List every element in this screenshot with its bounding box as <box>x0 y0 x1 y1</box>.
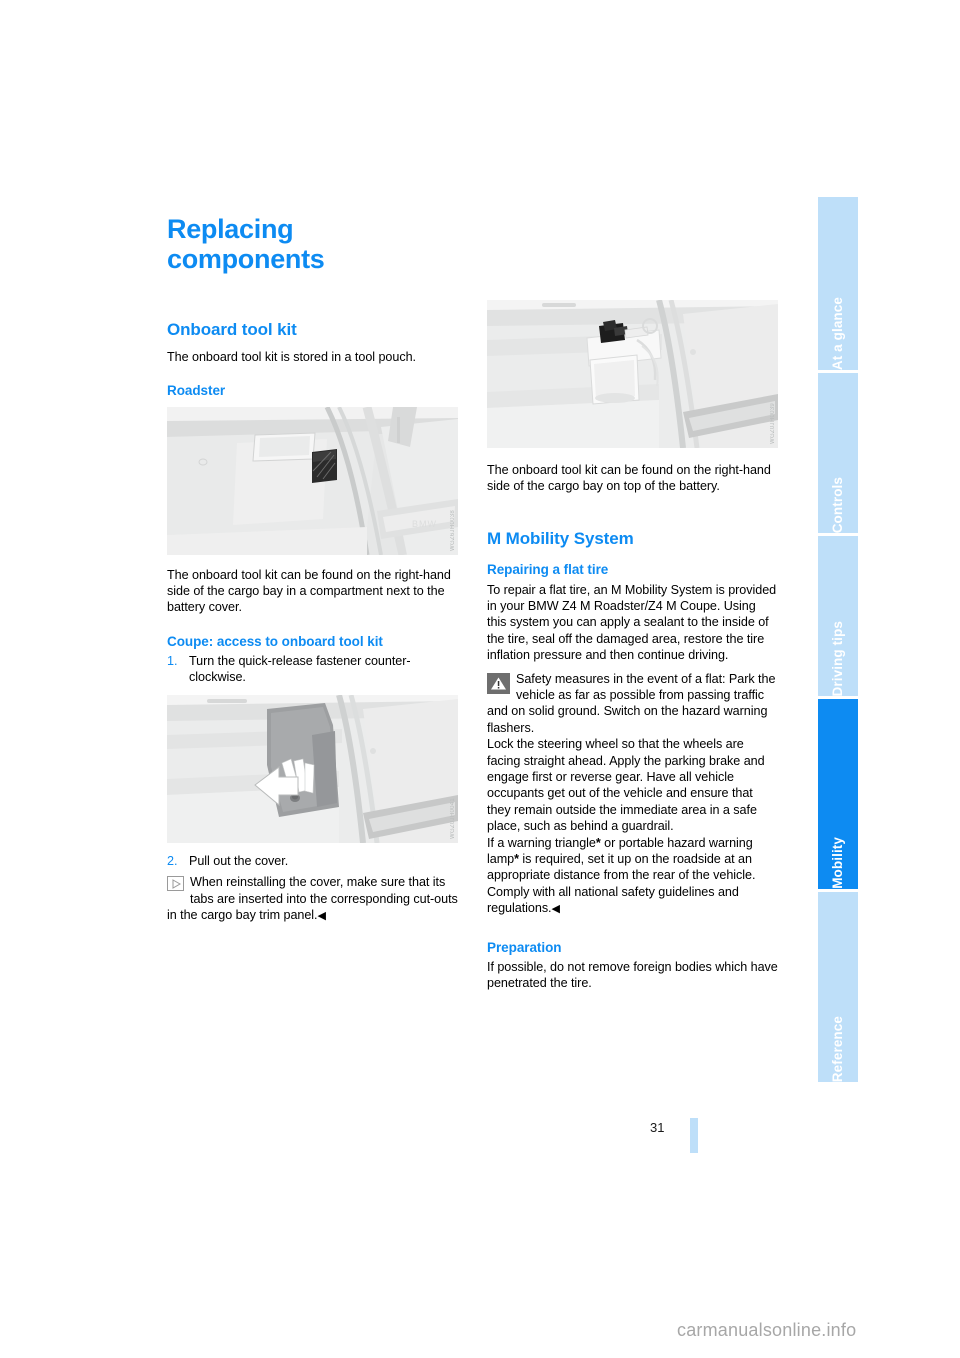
step-number: 1. <box>167 653 178 668</box>
manual-page: At a glance Controls Driving tips Mobili… <box>0 0 960 1358</box>
note-block: When reinstalling the cover, make sure t… <box>167 874 458 924</box>
svg-text:BMW: BMW <box>412 519 437 529</box>
left-column: Replacing components Onboard tool kit Th… <box>167 214 458 924</box>
sidebar-tab-at-a-glance[interactable]: At a glance <box>818 197 858 370</box>
watermark: carmanualsonline.info <box>677 1320 857 1340</box>
figure-coupe-cover: WGZ0JH0041 <box>167 694 458 843</box>
sidebar-tab-reference[interactable]: Reference <box>818 892 858 1082</box>
note-end-mark: ◀ <box>317 909 326 922</box>
warning-block: Safety measures in the event of a flat: … <box>487 671 778 918</box>
preparation-description: If possible, do not remove foreign bodie… <box>487 959 778 991</box>
warning-paragraph-2: Lock the steering wheel so that the whee… <box>487 737 765 834</box>
list-item: 1. Turn the quick-release fastener count… <box>167 653 458 686</box>
sidebar-tab-label: At a glance <box>830 296 845 370</box>
coupe-cover-illustration <box>167 694 458 843</box>
list-item: 2. Pull out the cover. <box>167 853 458 869</box>
heading-m-mobility-system: M Mobility System <box>487 528 634 548</box>
subheading-preparation: Preparation <box>487 939 562 955</box>
battery-cargo-bay-illustration <box>487 300 778 448</box>
page-number: 31 <box>650 1120 665 1135</box>
figure-code: WGZ6JH0038 <box>450 509 456 551</box>
sidebar-tab-controls[interactable]: Controls <box>818 373 858 533</box>
sidebar-tab-label: Reference <box>830 1015 845 1082</box>
section-tab-rail: At a glance Controls Driving tips Mobili… <box>818 197 858 1197</box>
subheading-repairing-flat-tire: Repairing a flat tire <box>487 562 609 578</box>
coupe-steps-list: 1. Turn the quick-release fastener count… <box>167 653 458 686</box>
page-number-bar <box>690 1118 698 1153</box>
note-text: When reinstalling the cover, make sure t… <box>167 875 458 922</box>
sidebar-tab-label: Mobility <box>830 837 845 889</box>
page-title: Replacing components <box>167 214 325 274</box>
coupe-steps-list-2: 2. Pull out the cover. <box>167 853 458 869</box>
warning-paragraph-1: Safety measures in the event of a flat: … <box>487 671 776 735</box>
right-column: WGZ0JH0039 The onboard tool kit can be f… <box>487 300 778 992</box>
warning-paragraph-3c: is required, set it up on the roadside a… <box>487 852 756 916</box>
warning-end-mark: ◀ <box>551 903 560 916</box>
roadster-description: The onboard tool kit can be found on the… <box>167 567 451 615</box>
warning-triangle-icon <box>487 672 510 694</box>
repair-description: To repair a flat tire, an M Mobility Sys… <box>487 582 777 663</box>
warning-triangle-glyph <box>491 677 506 690</box>
step-text: Pull out the cover. <box>189 853 289 868</box>
sidebar-tab-mobility[interactable]: Mobility <box>818 699 858 889</box>
note-triangle-icon <box>167 876 184 892</box>
figure-battery-cargo-bay: WGZ0JH0039 <box>487 300 778 448</box>
triangle-glyph <box>172 878 181 889</box>
intro-paragraph: The onboard tool kit is stored in a tool… <box>167 349 416 364</box>
step-text: Turn the quick-release fastener counter-… <box>189 653 411 685</box>
step-number: 2. <box>167 853 178 868</box>
subheading-roadster: Roadster <box>167 383 226 399</box>
figure-code: WGZ0JH0039 <box>770 402 776 444</box>
roadster-cargo-bay-illustration: BMW <box>167 406 458 555</box>
figure-roadster-cargo-bay: BMW WGZ6JH0038 <box>167 406 458 555</box>
subheading-coupe-access: Coupe: access to onboard tool kit <box>167 633 383 649</box>
heading-onboard-tool-kit: Onboard tool kit <box>167 320 297 340</box>
sidebar-tab-label: Driving tips <box>830 620 845 696</box>
figure-code: WGZ0JH0041 <box>450 797 456 839</box>
sidebar-tab-label: Controls <box>830 476 845 533</box>
warning-paragraph-3a: If a warning triangle <box>487 835 596 850</box>
battery-description: The onboard tool kit can be found on the… <box>487 463 771 494</box>
sidebar-tab-driving-tips[interactable]: Driving tips <box>818 536 858 696</box>
